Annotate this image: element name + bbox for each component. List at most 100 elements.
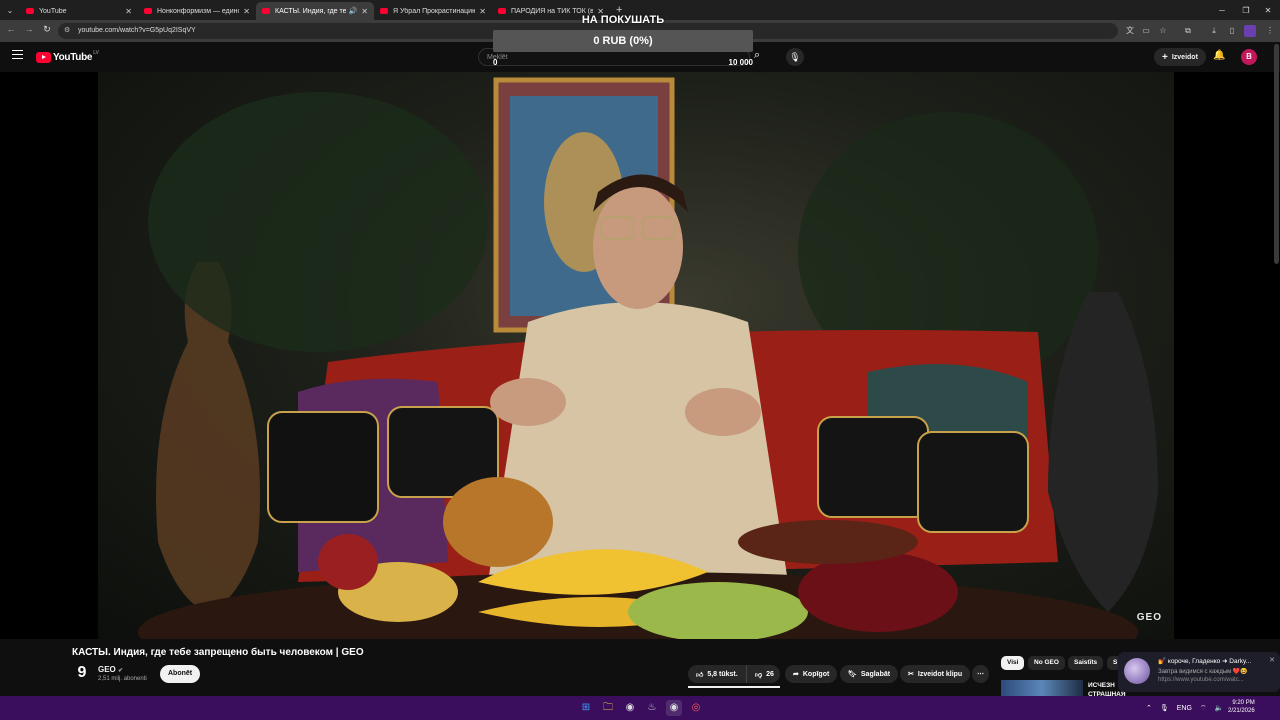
account-avatar[interactable]: B [1241, 49, 1257, 65]
tab-title: КАСТЫ. Индия, где тебе за [275, 7, 346, 15]
create-button[interactable]: + Izveidot [1154, 48, 1206, 66]
logo-text: YouTube [53, 51, 93, 63]
notification-close-icon[interactable]: ✕ [1269, 656, 1275, 664]
video-frame: GEO [98, 72, 1174, 639]
notification-title: 💅 короче, Гладенко ➜ Darky... [1158, 658, 1252, 665]
donation-progress-text: 0 RUB (0%) [593, 35, 653, 47]
search-icon[interactable]: ⌕ [754, 49, 760, 62]
browser-tab[interactable]: Я Убрал Прокрастинацию На ✕ [374, 2, 492, 20]
save-label: Saglabāt [860, 670, 891, 678]
video-watermark: GEO [1136, 612, 1162, 623]
reload-icon[interactable]: ↻ [40, 24, 54, 35]
logo-country-code: LV [93, 50, 99, 56]
subscribe-button[interactable]: Abonēt [160, 665, 201, 683]
translate-icon[interactable]: 文 [1124, 25, 1136, 37]
cast-icon[interactable]: ▭ [1140, 25, 1152, 37]
chat-notification-toast[interactable]: 💅 короче, Гладенко ➜ Darky... Завтра вид… [1118, 652, 1280, 692]
scissors-icon: ✂ [908, 671, 914, 678]
video-title: КАСТЫ. Индия, где тебе запрещено быть че… [72, 647, 364, 658]
browser-tab[interactable]: Нонконформизм — единстве ✕ [138, 2, 256, 20]
minimize-icon[interactable]: ─ [1210, 0, 1234, 20]
tab-close-icon[interactable]: ✕ [243, 7, 250, 16]
url-text: youtube.com/watch?v=G5pUq2ISqVY [78, 27, 196, 34]
steam-icon[interactable]: ♨ [644, 700, 660, 716]
back-arrow-icon[interactable]: ← [4, 24, 18, 34]
windows-taskbar: ⊞ 🗀 ◉ ♨ ◉ ◎ ⌃ 🎙 ENG ⌔ 🔈 9:20 PM 2/21/202… [0, 696, 1280, 720]
share-button[interactable]: ➦ Kopīgot [785, 665, 838, 683]
tab-title: Я Убрал Прокрастинацию На [393, 7, 476, 15]
browser-tab-active[interactable]: КАСТЫ. Индия, где тебе за 🔊 ✕ [256, 2, 374, 20]
page-scrollbar[interactable] [1274, 44, 1279, 264]
share-arrow-icon: ➦ [793, 671, 799, 678]
youtube-logo[interactable]: YouTube LV [36, 50, 99, 63]
tab-close-icon[interactable]: ✕ [479, 7, 486, 16]
create-label: Izveidot [1171, 53, 1198, 61]
share-label: Kopīgot [802, 670, 830, 678]
restore-icon[interactable]: ❐ [1234, 0, 1258, 20]
microphone-icon[interactable]: 🎙 [786, 48, 804, 66]
channel-name[interactable]: GEO ✔ [98, 665, 123, 674]
channel-avatar[interactable]: 9 [72, 663, 92, 683]
dislike-button[interactable]: 👎︎ 26 [746, 665, 780, 683]
microphone-tray-icon[interactable]: 🎙 [1160, 704, 1169, 712]
browser-tab[interactable]: YouTube ✕ [20, 2, 138, 20]
chip-from-channel[interactable]: No GEO [1028, 656, 1065, 670]
like-count: 5,8 tūkst. [707, 670, 738, 678]
donation-goal-label: НА ПОКУШАТЬ [581, 14, 665, 26]
recommended-video-thumbnail[interactable] [1001, 680, 1083, 696]
browser-menu-icon[interactable]: ⋮ [1264, 25, 1276, 37]
youtube-favicon-icon [380, 8, 388, 14]
file-explorer-icon[interactable]: 🗀 [600, 700, 616, 716]
taskbar-clock[interactable]: 9:20 PM 2/21/2026 [1228, 699, 1255, 715]
window-close-icon[interactable]: ✕ [1256, 0, 1280, 20]
donation-min-label: 0 [493, 58, 498, 67]
extensions-icon[interactable]: ⧉ [1182, 25, 1194, 37]
donation-progress-bar: 0 RUB (0%) [493, 30, 753, 52]
chip-related[interactable]: Saistīts [1068, 656, 1104, 670]
chrome-active-icon[interactable]: ◉ [666, 700, 682, 716]
app-icon[interactable]: ◎ [688, 700, 704, 716]
audio-playing-icon[interactable]: 🔊 [349, 7, 358, 15]
wifi-icon[interactable]: ⌔ [1200, 704, 1207, 713]
like-button[interactable]: 👍︎ 5,8 tūkst. [688, 665, 746, 683]
sidebar-panel-icon[interactable]: ▯ [1226, 25, 1238, 37]
plus-icon: + [1162, 51, 1168, 63]
tab-close-icon[interactable]: ✕ [361, 7, 368, 16]
youtube-favicon-icon [26, 8, 34, 14]
youtube-favicon-icon [144, 8, 152, 14]
profile-extension-icon[interactable] [1244, 25, 1256, 37]
bookmark-icon: 🔖︎ [848, 671, 857, 678]
tray-chevron-icon[interactable]: ⌃ [1146, 704, 1152, 712]
youtube-favicon-icon [262, 8, 270, 14]
thumbs-up-icon: 👍︎ [696, 671, 704, 679]
dislike-count: 26 [766, 670, 774, 678]
save-button[interactable]: 🔖︎ Saglabāt [840, 665, 899, 683]
tab-search-chevron-icon[interactable]: ⌄ [0, 0, 20, 20]
notification-avatar [1124, 658, 1150, 684]
download-icon[interactable]: ⤓ [1208, 25, 1220, 37]
video-scene-image [138, 77, 1158, 639]
windows-start-icon[interactable]: ⊞ [578, 700, 594, 716]
youtube-play-icon [36, 51, 51, 63]
notifications-bell-icon[interactable]: 🔔 [1213, 50, 1225, 61]
bookmark-star-icon[interactable]: ☆ [1157, 25, 1169, 37]
notification-message: Завтра видимся с каждым ❤️😆 [1158, 669, 1248, 675]
video-player[interactable]: GEO [0, 72, 1280, 639]
channel-name-text: GEO [98, 665, 116, 674]
site-info-icon[interactable]: ⚙ [64, 23, 70, 39]
more-actions-button[interactable]: ⋯ [972, 665, 989, 683]
notification-link: https://www.youtube.com/watc... [1158, 677, 1244, 683]
clip-button[interactable]: ✂ Izveidot klipu [900, 665, 971, 683]
volume-icon[interactable]: 🔈 [1215, 704, 1224, 712]
chip-all[interactable]: Visi [1001, 656, 1025, 670]
hamburger-menu-icon[interactable] [12, 50, 23, 59]
forward-arrow-icon[interactable]: → [22, 24, 36, 34]
tab-title: Нонконформизм — единстве [157, 7, 239, 15]
tab-close-icon[interactable]: ✕ [125, 7, 132, 16]
more-horizontal-icon: ⋯ [977, 671, 984, 678]
verified-check-icon: ✔ [118, 668, 124, 674]
chrome-icon[interactable]: ◉ [622, 700, 638, 716]
subscriber-count: 2,51 milj. abonenti [98, 676, 147, 682]
language-indicator[interactable]: ENG [1177, 705, 1192, 712]
system-tray: ⌃ 🎙 ENG ⌔ 🔈 [1146, 700, 1223, 716]
